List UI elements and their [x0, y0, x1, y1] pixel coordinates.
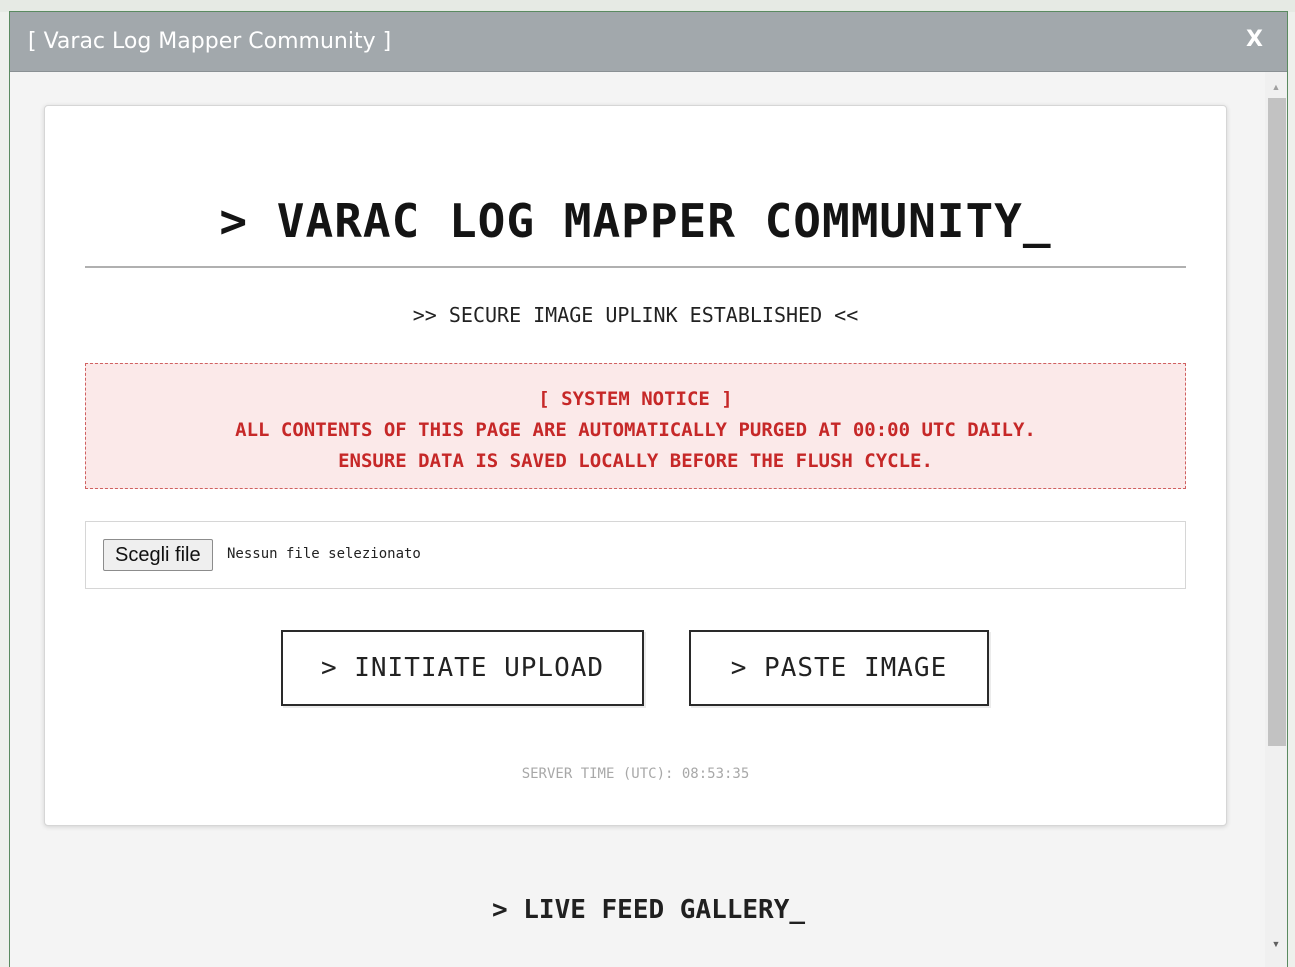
file-input-container: Scegli file Nessun file selezionato — [85, 521, 1186, 589]
system-notice: [ SYSTEM NOTICE ] ALL CONTENTS OF THIS P… — [85, 363, 1186, 489]
close-button[interactable]: X — [1246, 27, 1263, 52]
notice-line-1: ALL CONTENTS OF THIS PAGE ARE AUTOMATICA… — [235, 419, 1036, 441]
notice-line-2: ENSURE DATA IS SAVED LOCALLY BEFORE THE … — [338, 450, 933, 472]
vertical-scrollbar[interactable]: ▲ ▼ — [1265, 72, 1287, 967]
live-feed-gallery-title: > LIVE FEED GALLERY_ — [491, 895, 806, 925]
scrollbar-thumb[interactable] — [1268, 98, 1286, 746]
dialog-titlebar: [ Varac Log Mapper Community ] X — [10, 12, 1287, 72]
page-title: > VARAC LOG MAPPER COMMUNITY_ — [219, 194, 1052, 248]
uplink-status-text: >> SECURE IMAGE UPLINK ESTABLISHED << — [412, 303, 859, 327]
choose-file-button[interactable]: Scegli file — [103, 539, 213, 571]
modal-dialog: [ Varac Log Mapper Community ] X > VARAC… — [9, 11, 1288, 967]
dialog-title: [ Varac Log Mapper Community ] — [28, 29, 392, 54]
scroll-up-arrow-icon[interactable]: ▲ — [1265, 78, 1287, 96]
notice-heading: [ SYSTEM NOTICE ] — [538, 388, 733, 410]
title-divider — [85, 266, 1186, 268]
file-status-text: Nessun file selezionato — [227, 546, 421, 562]
dialog-content: > VARAC LOG MAPPER COMMUNITY_ >> SECURE … — [10, 72, 1287, 967]
upload-card: > VARAC LOG MAPPER COMMUNITY_ >> SECURE … — [44, 105, 1227, 826]
scroll-down-arrow-icon[interactable]: ▼ — [1265, 935, 1287, 953]
server-time-text: SERVER TIME (UTC): 08:53:35 — [521, 766, 750, 782]
paste-image-button[interactable]: > PASTE IMAGE — [689, 630, 989, 706]
initiate-upload-button[interactable]: > INITIATE UPLOAD — [281, 630, 644, 706]
